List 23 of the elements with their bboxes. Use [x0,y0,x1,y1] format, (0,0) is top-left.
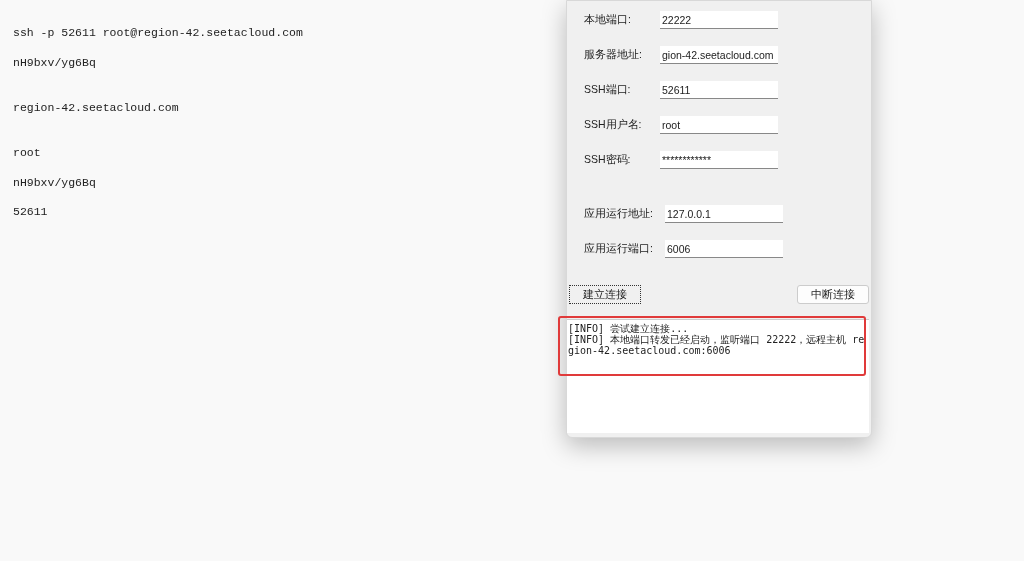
text-field[interactable]: 127.0.0.1 [665,205,783,223]
field-label: 本地端口: [584,12,632,28]
text-field[interactable]: ************ [660,151,778,169]
note-line: region-42.seetacloud.com [13,100,179,116]
text-field[interactable]: 6006 [665,240,783,258]
text-field[interactable]: gion-42.seetacloud.com [660,46,778,64]
note-line: ssh -p 52611 root@region-42.seetacloud.com [13,25,303,41]
action-button[interactable]: 建立连接 [569,285,641,304]
field-label: SSH密码: [584,152,632,168]
log-output[interactable]: [INFO] 尝试建立连接... [INFO] 本地端口转发已经启动，监听端口 22222，远程主机 region-42.seetacloud.com:6006 [567,319,869,433]
field-label: 服务器地址: [584,47,643,63]
note-line: root [13,145,41,161]
note-line: 52611 [13,204,48,220]
note-line: nH9bxv/yg6Bq [13,55,96,71]
field-label: 应用运行端口: [584,241,654,257]
action-button[interactable]: 中断连接 [797,285,869,304]
text-field[interactable]: 52611 [660,81,778,99]
field-label: 应用运行地址: [584,206,654,222]
text-field[interactable]: root [660,116,778,134]
note-line: nH9bxv/yg6Bq [13,175,96,191]
text-field[interactable]: 22222 [660,11,778,29]
field-label: SSH用户名: [584,117,643,133]
field-label: SSH端口: [584,82,632,98]
